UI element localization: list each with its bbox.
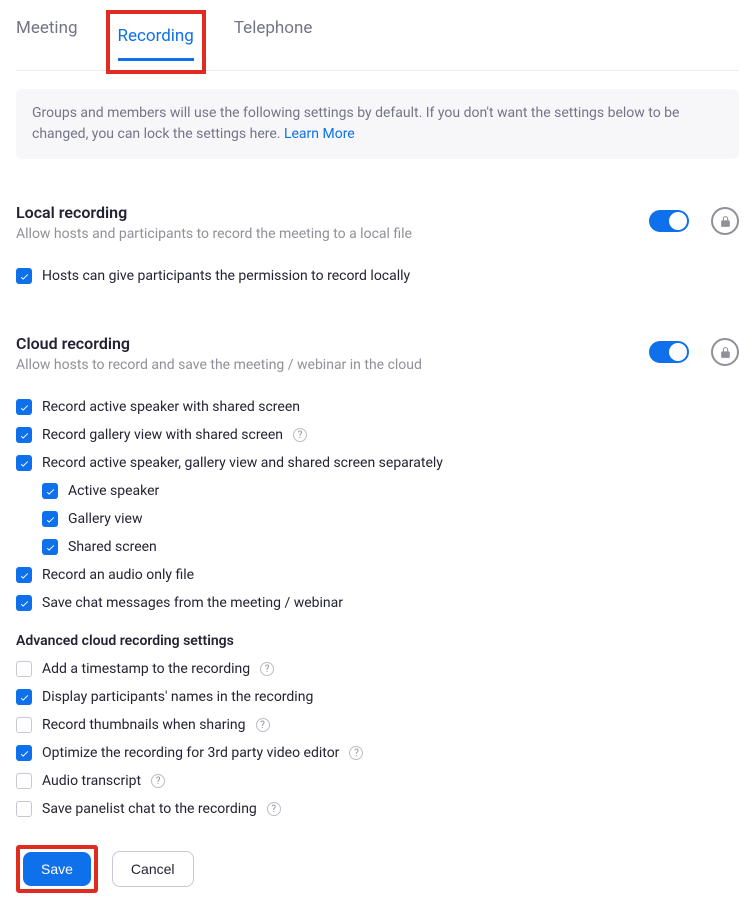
checkbox-audio-transcript[interactable] bbox=[16, 773, 32, 789]
help-icon[interactable]: ? bbox=[267, 802, 281, 816]
info-banner-text: Groups and members will use the followin… bbox=[32, 105, 679, 142]
checkbox-hosts-permission[interactable] bbox=[16, 268, 32, 284]
check-icon bbox=[45, 486, 56, 497]
local-recording-title: Local recording bbox=[16, 203, 649, 222]
tab-recording[interactable]: Recording bbox=[118, 16, 194, 60]
checkbox-thumbnails[interactable] bbox=[16, 717, 32, 733]
check-icon bbox=[19, 570, 30, 581]
check-icon bbox=[19, 458, 30, 469]
local-recording-lock[interactable] bbox=[711, 207, 739, 235]
cloud-recording-desc: Allow hosts to record and save the meeti… bbox=[16, 357, 649, 373]
advanced-settings-heading: Advanced cloud recording settings bbox=[16, 633, 739, 649]
checkbox-timestamp[interactable] bbox=[16, 661, 32, 677]
help-icon[interactable]: ? bbox=[256, 718, 270, 732]
section-cloud-recording: Cloud recording Allow hosts to record an… bbox=[16, 334, 739, 893]
checkbox-sub-active-speaker[interactable] bbox=[42, 483, 58, 499]
label-panelist-chat: Save panelist chat to the recording bbox=[42, 801, 257, 817]
label-timestamp: Add a timestamp to the recording bbox=[42, 661, 250, 677]
label-optimize: Optimize the recording for 3rd party vid… bbox=[42, 745, 339, 761]
label-audio-only: Record an audio only file bbox=[42, 567, 194, 583]
check-icon bbox=[19, 430, 30, 441]
cloud-recording-lock[interactable] bbox=[711, 338, 739, 366]
label-thumbnails: Record thumbnails when sharing bbox=[42, 717, 246, 733]
check-icon bbox=[19, 692, 30, 703]
check-icon bbox=[19, 402, 30, 413]
label-record-separately: Record active speaker, gallery view and … bbox=[42, 455, 443, 471]
checkbox-active-speaker-shared[interactable] bbox=[16, 399, 32, 415]
label-sub-active-speaker: Active speaker bbox=[68, 483, 159, 499]
checkbox-optimize[interactable] bbox=[16, 745, 32, 761]
local-recording-desc: Allow hosts and participants to record t… bbox=[16, 226, 649, 242]
checkbox-display-names[interactable] bbox=[16, 689, 32, 705]
lock-icon bbox=[719, 346, 732, 359]
cloud-recording-toggle[interactable] bbox=[649, 341, 689, 363]
label-hosts-permission: Hosts can give participants the permissi… bbox=[42, 268, 410, 284]
checkbox-record-separately[interactable] bbox=[16, 455, 32, 471]
tab-meeting[interactable]: Meeting bbox=[16, 8, 78, 70]
label-active-speaker-shared: Record active speaker with shared screen bbox=[42, 399, 300, 415]
cancel-button[interactable]: Cancel bbox=[112, 851, 194, 887]
local-recording-toggle[interactable] bbox=[649, 210, 689, 232]
label-save-chat: Save chat messages from the meeting / we… bbox=[42, 595, 343, 611]
help-icon[interactable]: ? bbox=[293, 428, 307, 442]
check-icon bbox=[19, 598, 30, 609]
info-banner: Groups and members will use the followin… bbox=[16, 89, 739, 159]
check-icon bbox=[19, 271, 30, 282]
tab-telephone[interactable]: Telephone bbox=[234, 8, 313, 70]
cloud-recording-title: Cloud recording bbox=[16, 334, 649, 353]
check-icon bbox=[45, 542, 56, 553]
lock-icon bbox=[719, 215, 732, 228]
settings-tabs: Meeting Recording Telephone bbox=[16, 8, 739, 71]
learn-more-link[interactable]: Learn More bbox=[284, 126, 355, 142]
check-icon bbox=[19, 748, 30, 759]
highlight-recording-tab: Recording bbox=[106, 10, 206, 74]
label-gallery-shared: Record gallery view with shared screen bbox=[42, 427, 283, 443]
checkbox-gallery-shared[interactable] bbox=[16, 427, 32, 443]
label-sub-shared: Shared screen bbox=[68, 539, 157, 555]
save-button[interactable]: Save bbox=[23, 852, 91, 886]
help-icon[interactable]: ? bbox=[151, 774, 165, 788]
label-display-names: Display participants' names in the recor… bbox=[42, 689, 313, 705]
section-local-recording: Local recording Allow hosts and particip… bbox=[16, 203, 739, 290]
help-icon[interactable]: ? bbox=[260, 662, 274, 676]
label-sub-gallery: Gallery view bbox=[68, 511, 142, 527]
label-audio-transcript: Audio transcript bbox=[42, 773, 141, 789]
highlight-save-button: Save bbox=[16, 845, 98, 893]
checkbox-save-chat[interactable] bbox=[16, 595, 32, 611]
checkbox-sub-gallery[interactable] bbox=[42, 511, 58, 527]
checkbox-sub-shared[interactable] bbox=[42, 539, 58, 555]
checkbox-audio-only[interactable] bbox=[16, 567, 32, 583]
check-icon bbox=[45, 514, 56, 525]
help-icon[interactable]: ? bbox=[349, 746, 363, 760]
checkbox-panelist-chat[interactable] bbox=[16, 801, 32, 817]
